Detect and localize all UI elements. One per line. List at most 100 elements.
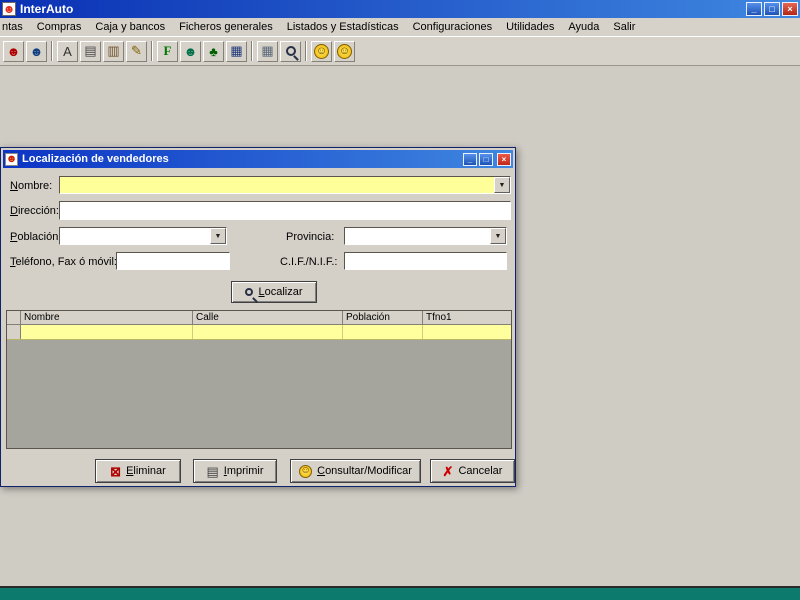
provincia-label: Provincia: bbox=[286, 231, 335, 243]
grid-header-row: Nombre Calle Población Tfno1 bbox=[7, 311, 511, 325]
provincia-dropdown-arrow[interactable]: ▼ bbox=[490, 228, 506, 244]
screen: ☻ InterAuto _ □ × ntas Compras Caja y ba… bbox=[0, 0, 800, 600]
localizar-button[interactable]: Localizar bbox=[231, 281, 317, 303]
cif-label: C.I.F./N.I.F.: bbox=[280, 256, 338, 268]
cancelar-button[interactable]: ✗ Cancelar bbox=[430, 459, 515, 483]
close-button[interactable]: × bbox=[782, 2, 798, 16]
dialog-controls: _ □ × bbox=[463, 152, 511, 166]
menu-configuraciones[interactable]: Configuraciones bbox=[406, 19, 500, 35]
imprimir-label: Imprimir bbox=[223, 465, 264, 477]
toolbar-separator bbox=[251, 41, 253, 61]
grid-header-tfno1[interactable]: Tfno1 bbox=[423, 311, 511, 325]
menu-ayuda[interactable]: Ayuda bbox=[561, 19, 606, 35]
grid-header-selector[interactable] bbox=[7, 311, 21, 325]
dialog-close-button[interactable]: × bbox=[497, 152, 511, 166]
grid-header-calle[interactable]: Calle bbox=[193, 311, 343, 325]
telefono-field[interactable] bbox=[116, 252, 230, 270]
smiley-glyph: ☺ bbox=[314, 43, 329, 59]
tree-icon[interactable]: ♣ bbox=[203, 40, 224, 62]
magnifier-icon bbox=[285, 46, 296, 56]
provincia-combobox[interactable]: ▼ bbox=[344, 227, 507, 245]
eliminar-button[interactable]: ⊠ Eliminar bbox=[95, 459, 181, 483]
poblacion-label: Población: bbox=[10, 231, 62, 243]
app-titlebar[interactable]: ☻ InterAuto _ □ × bbox=[0, 0, 800, 18]
dialog-icon: ☻ bbox=[5, 152, 18, 166]
nombre-dropdown-arrow[interactable]: ▼ bbox=[494, 177, 510, 193]
edit-icon[interactable]: ✎ bbox=[126, 40, 147, 62]
menu-utilidades[interactable]: Utilidades bbox=[499, 19, 561, 35]
grid-icon[interactable]: ▦ bbox=[257, 40, 278, 62]
smiley-icon: ☺ bbox=[299, 464, 313, 478]
maximize-button[interactable]: □ bbox=[764, 2, 780, 16]
localizar-search-icon bbox=[245, 288, 254, 296]
client-area: ☻ Localización de vendedores _ □ × Nombr… bbox=[0, 66, 800, 586]
cif-field[interactable] bbox=[344, 252, 507, 270]
localizacion-vendedores-dialog: ☻ Localización de vendedores _ □ × Nombr… bbox=[0, 147, 516, 487]
direccion-field[interactable] bbox=[59, 201, 511, 220]
nombre-combobox[interactable]: ▼ bbox=[59, 176, 511, 194]
cancelar-label: Cancelar bbox=[458, 465, 503, 477]
telefono-label: Teléfono, Fax ó móvil: bbox=[10, 256, 117, 268]
document-a-icon[interactable]: A bbox=[57, 40, 78, 62]
consultar-modificar-label: Consultar/Modificar bbox=[317, 465, 412, 477]
cif-input[interactable] bbox=[345, 253, 506, 269]
form-icon[interactable]: ▥ bbox=[103, 40, 124, 62]
grid-row-selected[interactable] bbox=[7, 325, 511, 340]
eliminar-label: Eliminar bbox=[126, 465, 166, 477]
menu-caja-y-bancos[interactable]: Caja y bancos bbox=[88, 19, 172, 35]
smiley-glyph: ☺ bbox=[337, 43, 352, 59]
localizar-label: Localizar bbox=[258, 286, 303, 298]
dialog-body: Nombre: ▼ Dirección: Población: ▼ Provin… bbox=[3, 168, 515, 484]
cancel-x-icon: ✗ bbox=[442, 463, 454, 479]
dialog-minimize-button[interactable]: _ bbox=[463, 152, 477, 166]
printer-icon[interactable]: ▤ bbox=[80, 40, 101, 62]
direccion-label: Dirección: bbox=[10, 205, 59, 217]
grid-cell-tfno1[interactable] bbox=[423, 325, 511, 339]
poblacion-combobox[interactable]: ▼ bbox=[59, 227, 227, 245]
results-grid: Nombre Calle Población Tfno1 bbox=[6, 310, 512, 449]
customer-icon[interactable]: ☻ bbox=[26, 40, 47, 62]
nombre-input[interactable] bbox=[60, 177, 494, 193]
vendor-icon[interactable]: ☻ bbox=[3, 40, 24, 62]
menu-compras[interactable]: Compras bbox=[30, 19, 89, 35]
grid-header-nombre[interactable]: Nombre bbox=[21, 311, 193, 325]
direccion-input[interactable] bbox=[60, 202, 510, 219]
dialog-titlebar[interactable]: ☻ Localización de vendedores _ □ × bbox=[3, 150, 513, 168]
grid-cell-calle[interactable] bbox=[193, 325, 343, 339]
menu-ficheros-generales[interactable]: Ficheros generales bbox=[172, 19, 280, 35]
smiley-icon[interactable]: ☺ bbox=[311, 40, 332, 62]
poblacion-input[interactable] bbox=[60, 228, 210, 244]
grid-header-poblacion[interactable]: Población bbox=[343, 311, 423, 325]
toolbar: ☻ ☻ A ▤ ▥ ✎ F ☻ ♣ ▦ ▦ ☺ ☺ bbox=[0, 37, 800, 66]
toolbar-separator bbox=[51, 41, 53, 61]
f-key-icon[interactable]: F bbox=[157, 40, 178, 62]
menu-listados-y-estadisticas[interactable]: Listados y Estadísticas bbox=[280, 19, 406, 35]
nombre-label: Nombre: bbox=[10, 180, 53, 192]
app-icon: ☻ bbox=[2, 2, 16, 16]
people-icon[interactable]: ☻ bbox=[180, 40, 201, 62]
toolbar-separator bbox=[305, 41, 307, 61]
dialog-title: Localización de vendedores bbox=[22, 153, 169, 165]
imprimir-button[interactable]: ▤ Imprimir bbox=[193, 459, 277, 483]
telefono-input[interactable] bbox=[117, 253, 229, 269]
menu-ventas[interactable]: ntas bbox=[0, 19, 30, 35]
search-document-icon[interactable] bbox=[280, 40, 301, 62]
grid-cell-nombre[interactable] bbox=[21, 325, 193, 339]
toolbar-separator bbox=[151, 41, 153, 61]
dialog-maximize-button[interactable]: □ bbox=[479, 152, 493, 166]
minimize-button[interactable]: _ bbox=[746, 2, 762, 16]
printer-icon: ▤ bbox=[206, 463, 219, 479]
menu-salir[interactable]: Salir bbox=[606, 19, 642, 35]
provincia-input[interactable] bbox=[345, 228, 490, 244]
consultar-modificar-button[interactable]: ☺ Consultar/Modificar bbox=[290, 459, 421, 483]
grid-cell-poblacion[interactable] bbox=[343, 325, 423, 339]
smiley-search-icon[interactable]: ☺ bbox=[334, 40, 355, 62]
menubar: ntas Compras Caja y bancos Ficheros gene… bbox=[0, 18, 800, 37]
grid-cell-selector[interactable] bbox=[7, 325, 21, 339]
app-title: InterAuto bbox=[20, 2, 74, 16]
delete-icon: ⊠ bbox=[110, 463, 122, 479]
calculator-icon[interactable]: ▦ bbox=[226, 40, 247, 62]
desktop-strip bbox=[0, 588, 800, 600]
poblacion-dropdown-arrow[interactable]: ▼ bbox=[210, 228, 226, 244]
window-controls: _ □ × bbox=[746, 2, 798, 16]
